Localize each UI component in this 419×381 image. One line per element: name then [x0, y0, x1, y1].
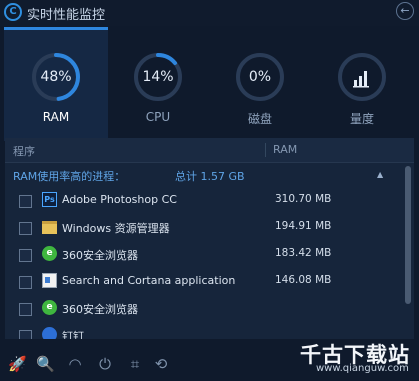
tab-metrics[interactable]: 量度 [310, 30, 414, 138]
gauge-tabs: 48% RAM 14% CPU 0% 磁盘 量度 [0, 27, 419, 141]
rocket-icon[interactable]: 🚀 [8, 355, 27, 373]
table-row[interactable]: e 360安全浏览器 [5, 296, 400, 323]
table-row[interactable]: 钉钉 [5, 323, 400, 339]
tab-cpu[interactable]: 14% CPU [106, 30, 210, 138]
photoshop-icon: Ps [42, 192, 57, 207]
scrollbar-thumb[interactable] [405, 166, 411, 304]
folder-icon [42, 221, 57, 234]
watermark-url: www.qianguw.com [316, 363, 409, 374]
process-list: Ps Adobe Photoshop CC 310.70 MB Windows … [5, 188, 400, 339]
app-logo-icon: C [4, 3, 22, 21]
disk-gauge: 0% [235, 52, 285, 102]
table-row[interactable]: Search and Cortana application 146.08 MB [5, 269, 400, 296]
power-icon[interactable]: ⏻ [96, 355, 114, 373]
column-divider [265, 143, 266, 157]
table-header: 程序 RAM [5, 138, 414, 163]
group-title: RAM使用率高的进程： [13, 170, 126, 183]
process-name: 钉钉 [62, 330, 84, 339]
360-browser-icon: e [42, 246, 57, 261]
ram-percent: 48% [40, 69, 72, 85]
back-button[interactable]: ← [396, 2, 414, 20]
row-checkbox[interactable] [19, 303, 32, 316]
sync-icon[interactable]: ⟲ [152, 355, 170, 373]
speed-icon[interactable]: ◠ [66, 355, 84, 373]
row-checkbox[interactable] [19, 249, 32, 262]
crop-icon[interactable]: ⌗ [126, 355, 144, 373]
tab-disk[interactable]: 0% 磁盘 [208, 30, 312, 138]
process-ram: 310.70 MB [275, 193, 332, 205]
disk-percent: 0% [248, 69, 272, 85]
column-header-ram[interactable]: RAM [273, 143, 297, 156]
cpu-label: CPU [145, 110, 171, 124]
cpu-percent: 14% [142, 69, 174, 85]
cpu-gauge: 14% [133, 52, 183, 102]
ram-label: RAM [42, 110, 70, 124]
process-name: Windows 资源管理器 [62, 222, 170, 235]
process-panel: 程序 RAM RAM使用率高的进程： 总计 1.57 GB ▲ Ps Adobe… [5, 138, 414, 339]
bar-chart-icon [338, 53, 386, 101]
ram-gauge: 48% [31, 52, 81, 102]
process-ram: 183.42 MB [275, 247, 332, 259]
process-name: Adobe Photoshop CC [62, 193, 177, 206]
metrics-label: 量度 [349, 112, 374, 126]
collapse-arrow-icon[interactable]: ▲ [377, 170, 383, 179]
process-group-header[interactable]: RAM使用率高的进程： 总计 1.57 GB ▲ [5, 164, 414, 186]
process-name: 360安全浏览器 [62, 249, 138, 262]
table-row[interactable]: e 360安全浏览器 183.42 MB [5, 242, 400, 269]
row-checkbox[interactable] [19, 222, 32, 235]
group-total: 总计 1.57 GB [175, 170, 245, 183]
table-row[interactable]: Windows 资源管理器 194.91 MB [5, 215, 400, 242]
process-name: Search and Cortana application [62, 274, 236, 287]
window-title: 实时性能监控 [27, 8, 106, 23]
tab-ram[interactable]: 48% RAM [4, 27, 108, 141]
row-checkbox[interactable] [19, 195, 32, 208]
row-checkbox[interactable] [19, 330, 32, 339]
title-bar: C 实时性能监控 ← [0, 0, 419, 26]
app-window-icon [42, 273, 57, 288]
dingtalk-icon [42, 327, 57, 339]
process-ram: 146.08 MB [275, 274, 332, 286]
metrics-gauge [337, 52, 387, 102]
process-ram: 194.91 MB [275, 220, 332, 232]
disk-label: 磁盘 [247, 112, 272, 126]
360-browser-icon: e [42, 300, 57, 315]
row-checkbox[interactable] [19, 276, 32, 289]
column-header-process[interactable]: 程序 [13, 143, 35, 159]
process-name: 360安全浏览器 [62, 303, 138, 316]
search-icon[interactable]: 🔍 [36, 355, 55, 373]
table-row[interactable]: Ps Adobe Photoshop CC 310.70 MB [5, 188, 400, 215]
